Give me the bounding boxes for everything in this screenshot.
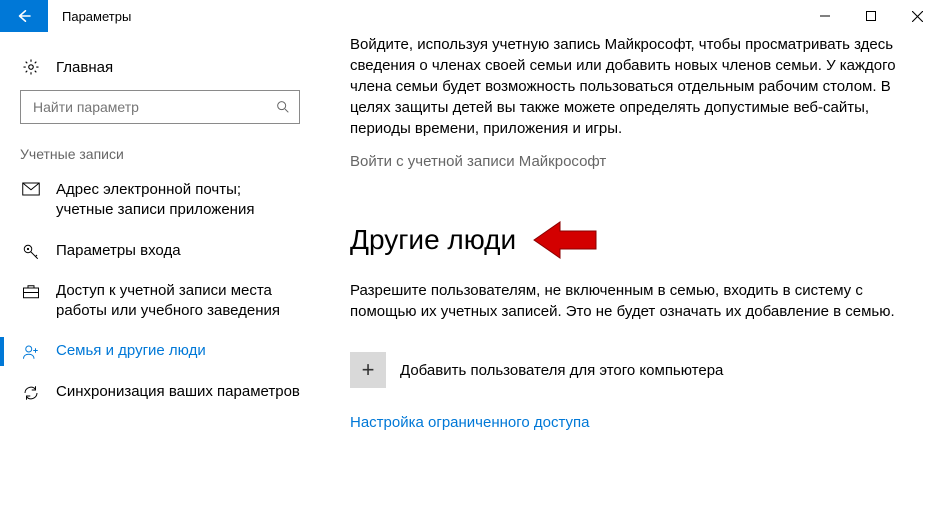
close-button[interactable]	[894, 0, 940, 32]
sync-icon	[20, 384, 42, 402]
sidebar-home[interactable]: Главная	[0, 52, 320, 90]
search-box[interactable]	[20, 90, 300, 124]
briefcase-icon	[20, 283, 42, 299]
sidebar-item-email[interactable]: Адрес электронной почты; учетные записи …	[0, 170, 320, 231]
title-bar: Параметры	[0, 0, 940, 32]
back-button[interactable]	[0, 0, 48, 32]
sidebar-item-label: Синхронизация ваших параметров	[56, 382, 300, 402]
sidebar-item-sync[interactable]: Синхронизация ваших параметров	[0, 372, 320, 412]
sidebar-group-label: Учетные записи	[0, 142, 320, 170]
family-intro-text: Войдите, используя учетную запись Майкро…	[350, 34, 900, 139]
key-icon	[20, 243, 42, 261]
sidebar-item-signin[interactable]: Параметры входа	[0, 231, 320, 271]
mail-icon	[20, 182, 42, 196]
window-controls	[802, 0, 940, 32]
red-arrow-annotation	[530, 218, 602, 262]
people-icon	[20, 343, 42, 361]
minimize-button[interactable]	[802, 0, 848, 32]
restricted-access-link[interactable]: Настройка ограниченного доступа	[350, 414, 900, 431]
other-people-desc: Разрешите пользователям, не включенным в…	[350, 280, 900, 322]
other-people-title: Другие люди	[350, 224, 516, 256]
arrow-left-icon	[15, 7, 33, 25]
other-people-header: Другие люди	[350, 218, 900, 262]
sidebar-home-label: Главная	[56, 59, 113, 76]
main-panel: Войдите, используя учетную запись Майкро…	[320, 32, 940, 510]
signin-link[interactable]: Войти с учетной записи Майкрософт	[350, 153, 900, 170]
sidebar-item-work[interactable]: Доступ к учетной записи места работы или…	[0, 271, 320, 332]
sidebar-item-label: Доступ к учетной записи места работы или…	[56, 281, 300, 322]
search-input[interactable]	[31, 98, 275, 116]
add-user-label: Добавить пользователя для этого компьюте…	[400, 362, 723, 379]
window-title: Параметры	[48, 0, 802, 32]
sidebar-item-label: Семья и другие люди	[56, 341, 206, 361]
gear-icon	[20, 58, 42, 76]
sidebar-item-family[interactable]: Семья и другие люди	[0, 331, 320, 371]
maximize-button[interactable]	[848, 0, 894, 32]
plus-icon: +	[350, 352, 386, 388]
search-icon	[275, 99, 291, 115]
sidebar-item-label: Адрес электронной почты; учетные записи …	[56, 180, 300, 221]
sidebar-item-label: Параметры входа	[56, 241, 181, 261]
sidebar: Главная Учетные записи Адрес электронной…	[0, 32, 320, 510]
add-user-button[interactable]: + Добавить пользователя для этого компью…	[350, 352, 900, 388]
